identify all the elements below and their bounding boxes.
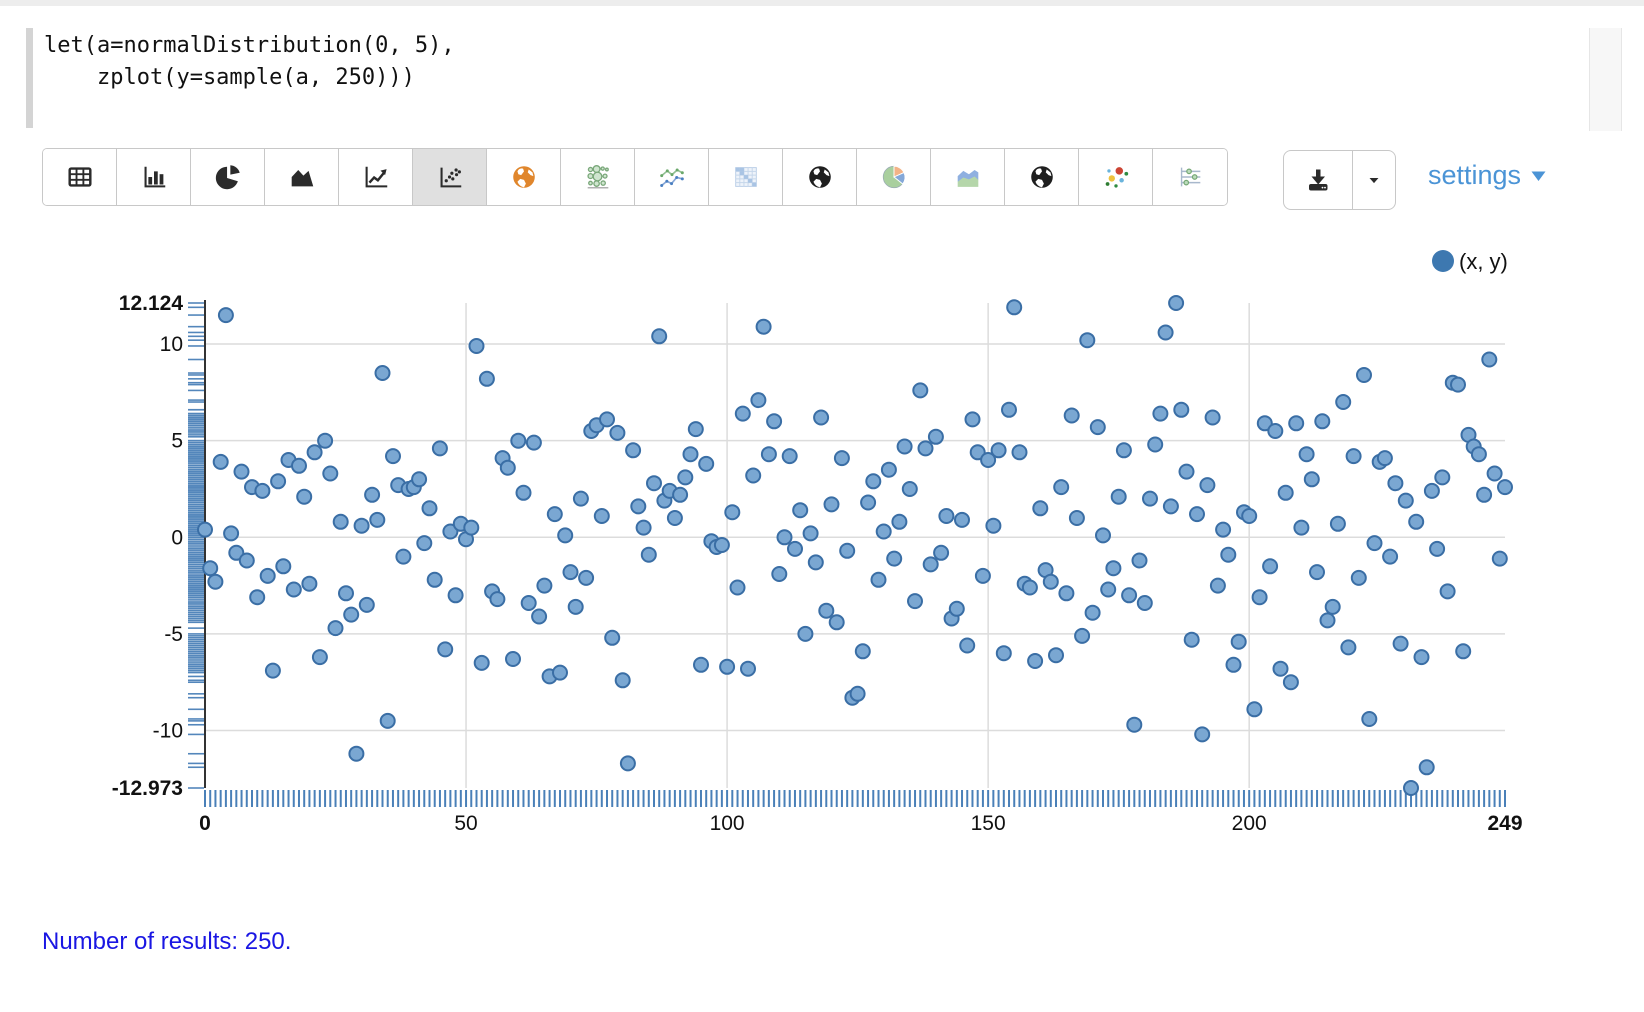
toolbar-button-globe[interactable] — [783, 149, 857, 205]
query-editor[interactable]: let(a=normalDistribution(0, 5), zplot(y=… — [0, 10, 1644, 135]
x-axis-rug — [205, 790, 1505, 807]
toolbar-button-area-chart[interactable] — [265, 149, 339, 205]
globe2-icon — [1027, 162, 1057, 192]
toolbar-button-table[interactable] — [43, 149, 117, 205]
settings-menu[interactable]: settings — [1428, 160, 1547, 191]
matrix-chart-icon — [731, 162, 761, 192]
y-axis-rug — [188, 303, 204, 788]
toolbar-button-matrix-chart[interactable] — [709, 149, 783, 205]
legend-dot — [1432, 250, 1454, 272]
settings-label: settings — [1428, 160, 1521, 191]
chevron-down-icon — [1361, 167, 1387, 193]
chevron-down-icon — [1530, 169, 1547, 183]
toolbar-button-pie-chart-colored[interactable] — [857, 149, 931, 205]
svg-text:-12.973: -12.973 — [112, 777, 183, 800]
download-button-group — [1283, 150, 1396, 210]
toolbar-button-scatter-colored[interactable] — [1079, 149, 1153, 205]
toolbar-button-multi-line-chart[interactable] — [635, 149, 709, 205]
multi-line-chart-icon — [657, 162, 687, 192]
scatter-chart: 12.1241050-5-10-12.973050100150200249(x,… — [0, 230, 1644, 870]
result-count-text: Number of results: 250. — [42, 928, 291, 956]
svg-text:100: 100 — [710, 812, 745, 835]
editor-gutter-bar — [26, 28, 33, 128]
legend-label: (x, y) — [1459, 249, 1508, 274]
x-axis-labels: 0 50 100 150 200 249 — [199, 812, 1522, 835]
table-icon — [65, 162, 95, 192]
dimensions-icon — [1175, 162, 1205, 192]
editor-scrollbar[interactable] — [1589, 28, 1622, 131]
toolbar-button-scatter-plot[interactable] — [413, 149, 487, 205]
toolbar-button-area-chart-colored[interactable] — [931, 149, 1005, 205]
geo-map-orange-icon — [509, 162, 539, 192]
svg-text:150: 150 — [971, 812, 1006, 835]
bubble-chart-icon — [583, 162, 613, 192]
svg-text:-10: -10 — [153, 720, 183, 743]
toolbar-button-pie-chart[interactable] — [191, 149, 265, 205]
code-line-1: let(a=normalDistribution(0, 5), — [44, 33, 455, 58]
download-button[interactable] — [1284, 151, 1353, 209]
toolbar-button-geo-map-orange[interactable] — [487, 149, 561, 205]
toolbar-button-line-chart[interactable] — [339, 149, 413, 205]
code-line-2: zplot(y=sample(a, 250))) — [44, 65, 415, 90]
download-options-button[interactable] — [1353, 151, 1395, 209]
pie-chart-colored-icon — [879, 162, 909, 192]
toolbar-button-bar-chart[interactable] — [117, 149, 191, 205]
svg-text:50: 50 — [454, 812, 477, 835]
scatter-points — [198, 296, 1512, 795]
svg-text:12.124: 12.124 — [119, 292, 184, 315]
area-chart-colored-icon — [953, 162, 983, 192]
page-top-strip — [0, 0, 1644, 6]
svg-text:0: 0 — [171, 526, 183, 549]
toolbar-button-bubble-chart[interactable] — [561, 149, 635, 205]
line-chart-icon — [361, 162, 391, 192]
toolbar-button-globe2[interactable] — [1005, 149, 1079, 205]
area-chart-icon — [287, 162, 317, 192]
svg-text:0: 0 — [199, 812, 211, 835]
scatter-colored-icon — [1101, 162, 1131, 192]
y-axis-labels: 12.124 10 5 0 -5 -10 -12.973 — [112, 292, 184, 800]
svg-text:200: 200 — [1232, 812, 1267, 835]
globe-icon — [805, 162, 835, 192]
scatter-plot-icon — [435, 162, 465, 192]
svg-text:249: 249 — [1487, 812, 1522, 835]
pie-chart-icon — [213, 162, 243, 192]
bar-chart-icon — [139, 162, 169, 192]
download-icon — [1302, 164, 1334, 196]
query-code[interactable]: let(a=normalDistribution(0, 5), zplot(y=… — [44, 30, 455, 94]
svg-text:-5: -5 — [164, 623, 183, 646]
chart-type-toolbar — [42, 148, 1228, 206]
gridlines — [205, 303, 1505, 788]
svg-text:5: 5 — [171, 430, 183, 453]
svg-text:10: 10 — [160, 333, 183, 356]
toolbar-button-dimensions[interactable] — [1153, 149, 1227, 205]
legend: (x, y) — [1432, 249, 1508, 274]
